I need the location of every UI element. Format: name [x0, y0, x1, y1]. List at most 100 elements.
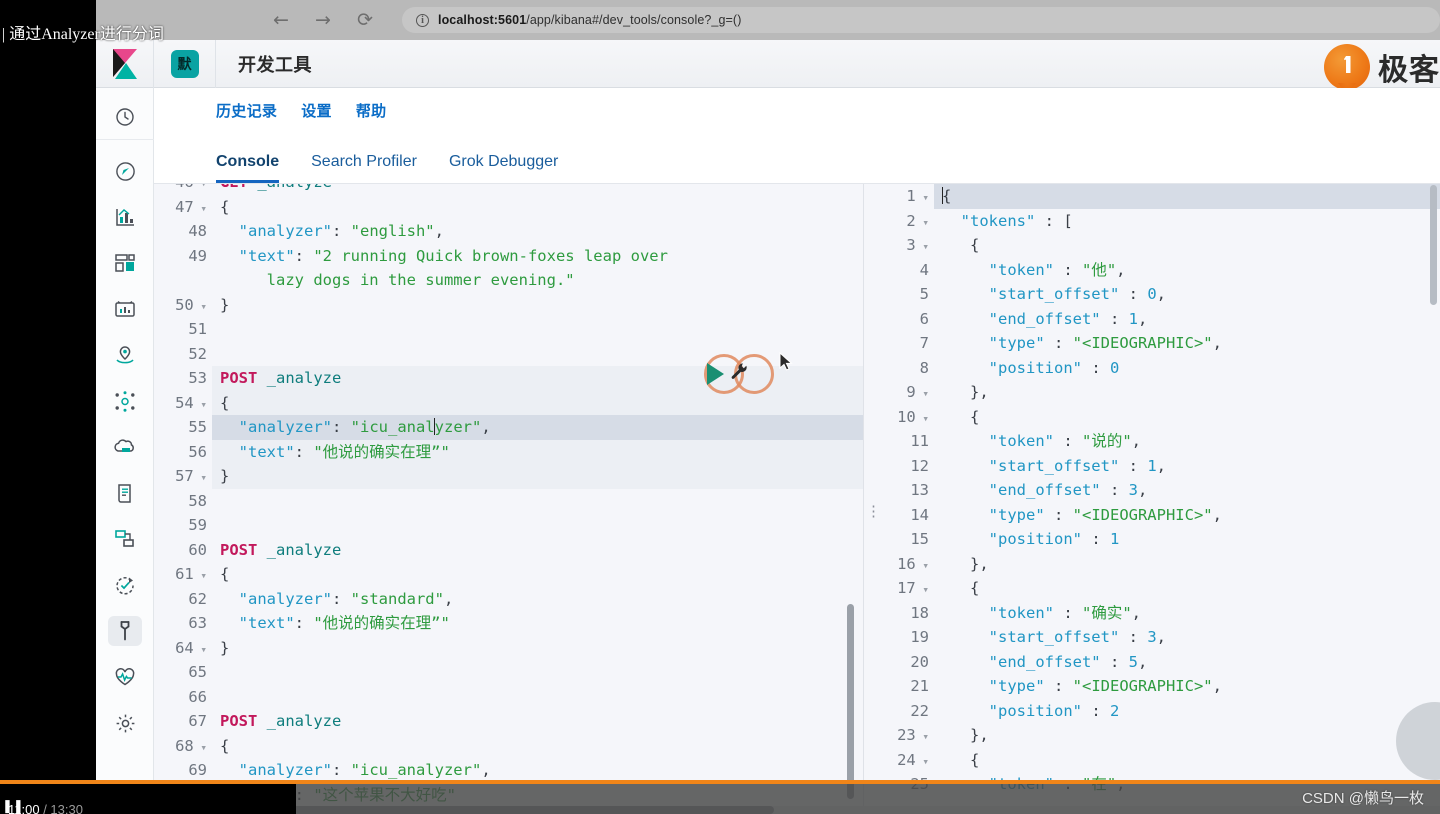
request-actions[interactable]: [707, 362, 749, 386]
fold-marker[interactable]: ▾: [194, 184, 207, 190]
code-line[interactable]: 23 ▾ },: [876, 723, 1440, 748]
code-line[interactable]: 6 "end_offset" : 1,: [876, 306, 1440, 331]
code-line[interactable]: 16 ▾ },: [876, 551, 1440, 576]
fold-marker[interactable]: ▾: [194, 471, 207, 484]
code-line[interactable]: 5 "start_offset" : 0,: [876, 282, 1440, 307]
code-line[interactable]: 15 "position" : 1: [876, 527, 1440, 552]
kibana-logo[interactable]: [96, 40, 154, 88]
code-line[interactable]: 46 ▾GET _analyze: [154, 184, 863, 195]
space-badge[interactable]: 默: [170, 49, 199, 78]
code-line[interactable]: 2 ▾ "tokens" : [: [876, 208, 1440, 233]
request-editor-code[interactable]: 46 ▾GET _analyze47 ▾{48 "analyzer": "eng…: [154, 184, 863, 807]
code-line[interactable]: 24 ▾ {: [876, 747, 1440, 772]
code-line[interactable]: 18 "token" : "确实",: [876, 600, 1440, 625]
code-line[interactable]: 48 "analyzer": "english",: [154, 219, 863, 244]
code-line[interactable]: 61 ▾ {: [154, 562, 863, 587]
code-line[interactable]: 52: [154, 341, 863, 366]
code-line[interactable]: 47 ▾ {: [154, 194, 863, 219]
fold-marker[interactable]: ▾: [916, 191, 929, 204]
code-line[interactable]: 66: [154, 684, 863, 709]
code-line[interactable]: 58: [154, 488, 863, 513]
sidebar-item-machine-learning[interactable]: [96, 424, 154, 470]
request-editor-pane[interactable]: 46 ▾GET _analyze47 ▾{48 "analyzer": "eng…: [154, 184, 864, 814]
fold-marker[interactable]: ▾: [194, 643, 207, 656]
code-line[interactable]: 51: [154, 317, 863, 342]
tab-console[interactable]: Console: [216, 153, 280, 183]
code-line[interactable]: 11 "token" : "说的",: [876, 429, 1440, 454]
fold-marker[interactable]: ▾: [916, 412, 929, 425]
settings-link[interactable]: 设置: [301, 100, 332, 121]
sidebar-item-visualize[interactable]: [96, 194, 154, 240]
code-line[interactable]: 50 ▾}: [154, 292, 863, 317]
code-line[interactable]: 13 "end_offset" : 3,: [876, 478, 1440, 503]
response-viewer-code[interactable]: 1 ▾{2 ▾ "tokens" : [3 ▾ {4 "token" : "他"…: [876, 184, 1440, 797]
fold-marker[interactable]: ▾: [194, 398, 207, 411]
code-line[interactable]: 20 "end_offset" : 5,: [876, 649, 1440, 674]
code-line[interactable]: 3 ▾ {: [876, 233, 1440, 258]
sidebar-item-logs[interactable]: [96, 470, 154, 516]
site-info-icon[interactable]: i: [416, 13, 429, 27]
sidebar-item-maps[interactable]: [96, 332, 154, 378]
sidebar-item-dev-tools[interactable]: [96, 608, 154, 654]
sidebar-item-discover[interactable]: [96, 148, 154, 194]
run-request-button[interactable]: [707, 363, 724, 385]
code-line[interactable]: 56 "text": "他说的确实在理”": [154, 439, 863, 464]
sidebar-item-dashboard[interactable]: [96, 240, 154, 286]
code-line[interactable]: 60 POST _analyze: [154, 537, 863, 562]
code-line[interactable]: 65: [154, 660, 863, 685]
code-line[interactable]: 57 ▾}: [154, 464, 863, 489]
help-link[interactable]: 帮助: [356, 100, 387, 121]
response-viewer-pane[interactable]: 1 ▾{2 ▾ "tokens" : [3 ▾ {4 "token" : "他"…: [876, 184, 1440, 814]
video-player-bar[interactable]: ❚❚ 11:00 / 13:30: [0, 780, 1440, 814]
code-line[interactable]: 7 "type" : "<IDEOGRAPHIC>",: [876, 331, 1440, 356]
space-badge-wrap[interactable]: 默: [154, 40, 216, 88]
fold-marker[interactable]: ▾: [916, 559, 929, 572]
code-line[interactable]: 1 ▾ {: [876, 184, 1440, 209]
fold-marker[interactable]: ▾: [916, 583, 929, 596]
sidebar-item-monitoring[interactable]: [96, 654, 154, 700]
code-line[interactable]: 12 "start_offset" : 1,: [876, 453, 1440, 478]
code-line[interactable]: 17 ▾ {: [876, 576, 1440, 601]
code-line[interactable]: 69 "analyzer": "icu_analyzer",: [154, 758, 863, 783]
sidebar-item-uptime[interactable]: [96, 562, 154, 608]
code-line[interactable]: 53 POST _analyze: [154, 366, 863, 391]
code-line[interactable]: 55 "analyzer": "icu_analyzer",: [154, 415, 863, 440]
fold-marker[interactable]: ▾: [916, 755, 929, 768]
code-line[interactable]: 21 "type" : "<IDEOGRAPHIC>",: [876, 674, 1440, 699]
fold-marker[interactable]: ▾: [916, 730, 929, 743]
address-bar[interactable]: i localhost:5601/app/kibana#/dev_tools/c…: [402, 7, 1440, 33]
reload-icon[interactable]: ⟳: [354, 9, 376, 31]
tab-grok-debugger[interactable]: Grok Debugger: [449, 153, 558, 183]
sidebar-item-canvas[interactable]: [96, 286, 154, 332]
code-line[interactable]: 8 "position" : 0: [876, 355, 1440, 380]
response-viewer-scrollbar[interactable]: [1430, 185, 1437, 305]
code-line[interactable]: 4 "token" : "他",: [876, 257, 1440, 282]
fold-marker[interactable]: ▾: [194, 202, 207, 215]
sidebar-item-management[interactable]: [96, 700, 154, 746]
sidebar-item-apm[interactable]: [96, 516, 154, 562]
request-editor-scrollbar[interactable]: [847, 604, 854, 799]
pane-resizer[interactable]: [864, 184, 881, 814]
back-icon[interactable]: ←: [270, 9, 292, 31]
code-line[interactable]: 54 ▾ {: [154, 390, 863, 415]
code-line[interactable]: 67 POST _analyze: [154, 709, 863, 734]
code-line[interactable]: 63 "text": "他说的确实在理”": [154, 611, 863, 636]
history-link[interactable]: 历史记录: [216, 100, 277, 121]
wrench-menu-icon[interactable]: [730, 362, 749, 386]
fold-marker[interactable]: ▾: [916, 216, 929, 229]
code-line[interactable]: 22 "position" : 2: [876, 698, 1440, 723]
fold-marker[interactable]: ▾: [194, 300, 207, 313]
fold-marker[interactable]: ▾: [194, 741, 207, 754]
code-line[interactable]: 62 "analyzer": "standard",: [154, 586, 863, 611]
code-line[interactable]: 10 ▾ {: [876, 404, 1440, 429]
fold-marker[interactable]: ▾: [916, 387, 929, 400]
forward-icon[interactable]: →: [312, 9, 334, 31]
fold-marker[interactable]: ▾: [194, 569, 207, 582]
code-line[interactable]: 49 "text": "2 running Quick brown-foxes …: [154, 243, 863, 293]
fold-marker[interactable]: ▾: [916, 240, 929, 253]
code-line[interactable]: 19 "start_offset" : 3,: [876, 625, 1440, 650]
code-line[interactable]: 68 ▾ {: [154, 733, 863, 758]
tab-search-profiler[interactable]: Search Profiler: [311, 153, 417, 183]
code-line[interactable]: 64 ▾}: [154, 635, 863, 660]
sidebar-item-graph[interactable]: [96, 378, 154, 424]
